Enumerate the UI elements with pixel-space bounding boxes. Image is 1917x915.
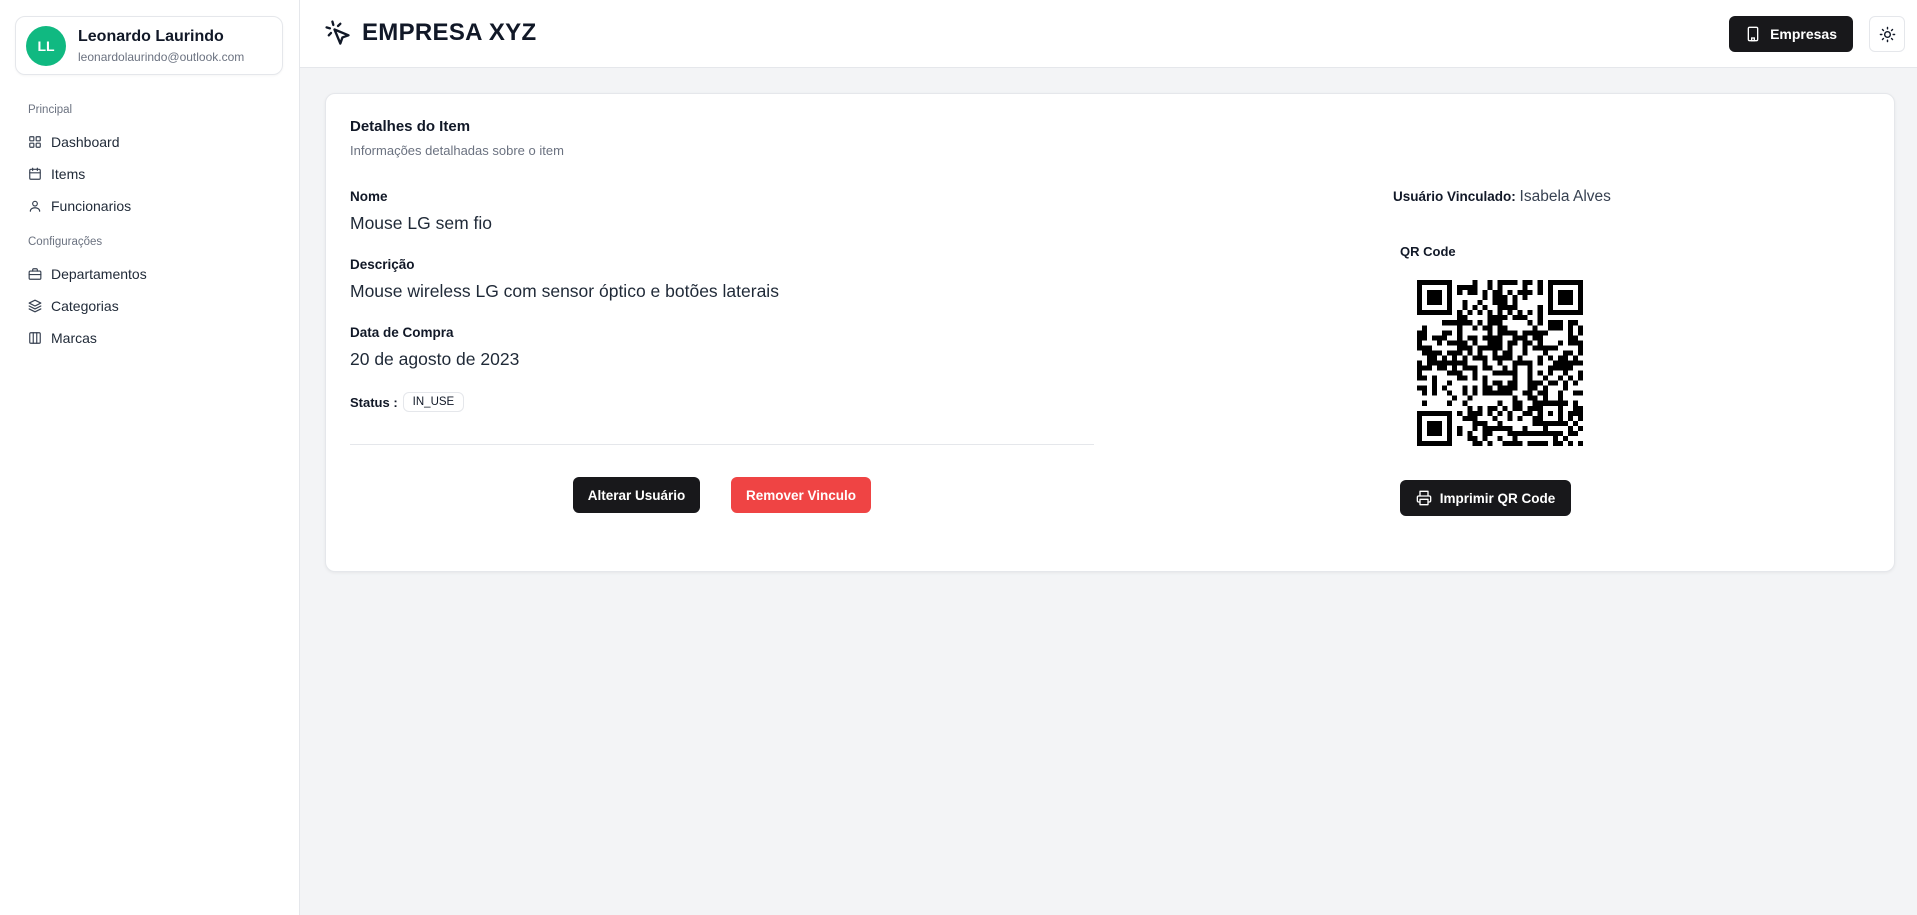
qr-code-label: QR Code — [1400, 244, 1456, 259]
linked-user-label: Usuário Vinculado: — [1393, 189, 1516, 204]
sidebar-item-label: Departamentos — [51, 266, 147, 282]
cursor-click-icon — [325, 20, 350, 45]
nav-group-configuracoes: Configurações Departamentos Categorias M… — [28, 236, 147, 354]
grid-icon — [29, 136, 41, 148]
sidebar-item-marcas[interactable]: Marcas — [28, 322, 147, 354]
nav-group-label: Configurações — [28, 236, 103, 248]
theme-toggle-button[interactable] — [1869, 16, 1905, 52]
sidebar-item-label: Marcas — [51, 330, 97, 346]
calendar-icon — [29, 167, 41, 180]
item-details-card: Detalhes do Item Informações detalhadas … — [325, 93, 1895, 572]
divider — [350, 444, 1094, 445]
printer-icon — [1416, 490, 1432, 506]
sidebar-item-departamentos[interactable]: Departamentos — [28, 258, 147, 290]
user-icon — [29, 200, 41, 212]
status-badge: IN_USE — [402, 392, 465, 412]
sidebar-item-categorias[interactable]: Categorias — [28, 290, 147, 322]
nav-group-principal: Principal Dashboard Items Funcionarios — [28, 104, 131, 222]
data-compra-label: Data de Compra — [350, 325, 454, 340]
empresas-button[interactable]: Empresas — [1729, 16, 1853, 52]
remover-vinculo-button[interactable]: Remover Vinculo — [731, 477, 871, 513]
print-qr-label: Imprimir QR Code — [1439, 490, 1556, 506]
columns-icon — [29, 332, 41, 344]
qr-code-image — [1417, 280, 1583, 446]
briefcase-icon — [28, 268, 42, 280]
empresas-label: Empresas — [1770, 26, 1837, 42]
print-qr-button[interactable]: Imprimir QR Code — [1400, 480, 1571, 516]
card-subtitle: Informações detalhadas sobre o item — [350, 143, 564, 158]
brand[interactable]: EMPRESA XYZ — [324, 19, 536, 47]
sidebar: LL Leonardo Laurindo leonardolaurindo@ou… — [0, 0, 300, 915]
status-label: Status : — [350, 394, 398, 410]
sidebar-item-funcionarios[interactable]: Funcionarios — [28, 190, 131, 222]
top-header: EMPRESA XYZ Empresas — [300, 0, 1917, 68]
avatar: LL — [26, 25, 66, 66]
page-title: EMPRESA XYZ — [362, 19, 537, 46]
data-compra-value: 20 de agosto de 2023 — [350, 349, 520, 369]
user-info: Leonardo Laurindo leonardolaurindo@outlo… — [78, 28, 244, 64]
alterar-usuario-button[interactable]: Alterar Usuário — [573, 477, 700, 513]
sidebar-item-label: Funcionarios — [51, 198, 132, 214]
status-row: Status : IN_USE — [350, 392, 465, 412]
descricao-label: Descrição — [350, 257, 415, 272]
sidebar-item-label: Categorias — [51, 298, 119, 314]
user-email: leonardolaurindo@outlook.com — [78, 49, 245, 64]
descricao-value: Mouse wireless LG com sensor óptico e bo… — [350, 281, 779, 301]
sidebar-item-dashboard[interactable]: Dashboard — [28, 126, 131, 158]
nome-value: Mouse LG sem fio — [350, 213, 492, 233]
sidebar-item-label: Items — [51, 166, 86, 182]
linked-user: Usuário Vinculado: Isabela Alves — [1393, 188, 1611, 206]
building-icon — [1747, 26, 1759, 42]
sun-icon — [1879, 26, 1895, 42]
sidebar-item-items[interactable]: Items — [28, 158, 131, 190]
user-name: Leonardo Laurindo — [78, 27, 224, 45]
layers-icon — [28, 299, 42, 313]
nome-label: Nome — [350, 189, 388, 204]
card-title: Detalhes do Item — [350, 118, 471, 135]
nav-group-label: Principal — [28, 104, 73, 116]
linked-user-value: Isabela Alves — [1519, 188, 1611, 205]
sidebar-item-label: Dashboard — [51, 134, 120, 150]
user-card[interactable]: LL Leonardo Laurindo leonardolaurindo@ou… — [15, 16, 283, 75]
